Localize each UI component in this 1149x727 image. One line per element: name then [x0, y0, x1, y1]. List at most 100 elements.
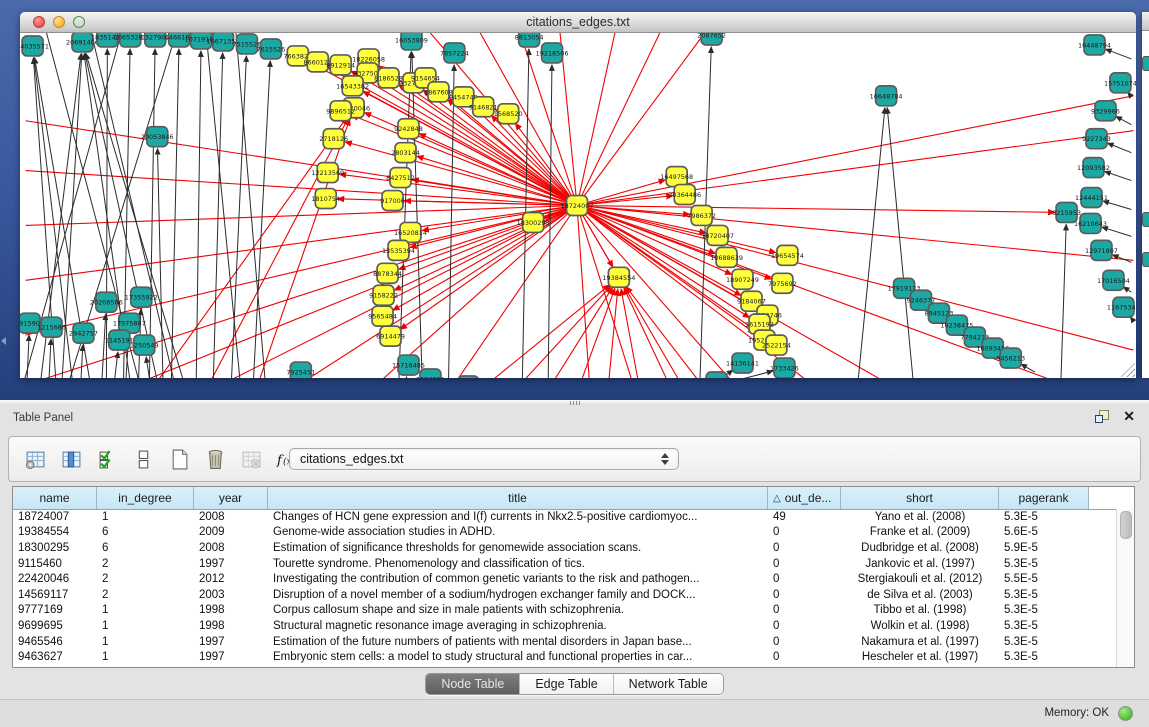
- graph-node[interactable]: 8912914: [326, 55, 355, 75]
- graph-edge[interactable]: [857, 108, 885, 378]
- graph-node[interactable]: 19654574: [771, 245, 804, 265]
- graph-node[interactable]: 14136141: [726, 353, 759, 373]
- graph-edge[interactable]: [412, 52, 423, 378]
- table-cell-name[interactable]: 18300295: [13, 542, 97, 554]
- graph-node[interactable]: 1568520: [494, 104, 523, 124]
- graph-node[interactable]: 7615526: [256, 39, 285, 59]
- graph-edge[interactable]: [1116, 116, 1131, 124]
- new-document-icon[interactable]: [167, 447, 191, 471]
- graph-node[interactable]: 19218506: [536, 43, 569, 63]
- graph-edge[interactable]: [213, 53, 223, 378]
- table-row[interactable]: 946554611997Estimation of the future num…: [13, 634, 1117, 650]
- graph-edge[interactable]: [577, 131, 1133, 206]
- table-cell-pagerank[interactable]: 5.3E-5: [999, 604, 1089, 616]
- column-stack-icon[interactable]: [131, 447, 155, 471]
- graph-edge[interactable]: [626, 287, 705, 378]
- graph-node[interactable]: 19896634: [452, 376, 485, 378]
- table-cell-out-de-[interactable]: 0: [768, 526, 841, 538]
- graph-node[interactable]: 9565484: [368, 306, 397, 326]
- graph-edge[interactable]: [80, 345, 82, 378]
- table-row[interactable]: 1938455462009Genome-wide association stu…: [13, 525, 1117, 541]
- delete-trash-icon[interactable]: [203, 447, 227, 471]
- graph-node[interactable]: 16648784: [870, 86, 903, 106]
- graph-edge[interactable]: [49, 339, 51, 378]
- table-cell-in-degree[interactable]: 2: [97, 558, 194, 570]
- graph-node[interactable]: 8813054: [515, 33, 544, 47]
- table-cell-short[interactable]: Hescheler et al. (1997): [841, 651, 999, 663]
- graph-node[interactable]: 9158222: [369, 285, 398, 305]
- table-cell-pagerank[interactable]: 5.3E-5: [999, 589, 1089, 601]
- graph-edge[interactable]: [26, 121, 577, 206]
- table-cell-short[interactable]: Jankovic et al. (1997): [841, 558, 999, 570]
- graph-node[interactable]: 9896512: [326, 101, 355, 121]
- table-row[interactable]: 2242004622012Investigating the contribut…: [13, 571, 1117, 587]
- table-row[interactable]: 946362711997Embryonic stem cells: a mode…: [13, 649, 1117, 665]
- graph-edge[interactable]: [1123, 287, 1131, 292]
- graph-node[interactable]: 9184351: [416, 369, 445, 378]
- table-cell-in-degree[interactable]: 6: [97, 542, 194, 554]
- column-header-out-de-[interactable]: △out_de...: [768, 487, 841, 509]
- graph-edge[interactable]: [1061, 224, 1067, 378]
- graph-edge[interactable]: [231, 56, 246, 378]
- graph-node[interactable]: 6914479: [376, 326, 405, 346]
- column-header-title[interactable]: title: [268, 487, 768, 509]
- table-cell-in-degree[interactable]: 2: [97, 589, 194, 601]
- table-cell-title[interactable]: Embryonic stem cells: a model to study s…: [268, 651, 768, 663]
- table-row[interactable]: 1830029562008Estimation of significance …: [13, 540, 1117, 556]
- graph-node[interactable]: 2087652: [697, 33, 726, 45]
- table-cell-name[interactable]: 9699695: [13, 620, 97, 632]
- graph-edge[interactable]: [405, 377, 407, 378]
- graph-node[interactable]: 7986372: [687, 206, 716, 226]
- graph-node[interactable]: 19384554: [602, 267, 635, 287]
- table-cell-pagerank[interactable]: 5.3E-5: [999, 511, 1089, 523]
- table-cell-short[interactable]: de Silva et al. (2003): [841, 589, 999, 601]
- graph-node[interactable]: 20053846: [141, 127, 174, 147]
- graph-node[interactable]: 2942757: [69, 323, 98, 343]
- table-cell-short[interactable]: Franke et al. (2009): [841, 526, 999, 538]
- table-cell-in-degree[interactable]: 1: [97, 604, 194, 616]
- network-view-window[interactable]: citations_edges.txt 18724007766382286601…: [20, 12, 1136, 378]
- graph-edge[interactable]: [236, 33, 266, 378]
- graph-edge[interactable]: [26, 171, 577, 206]
- graph-node[interactable]: 17016504: [1097, 270, 1130, 290]
- table-cell-pagerank[interactable]: 5.5E-5: [999, 573, 1089, 585]
- graph-edge[interactable]: [577, 206, 685, 379]
- table-cell-in-degree[interactable]: 1: [97, 636, 194, 648]
- table-row[interactable]: 1872400712008Changes of HCN gene express…: [13, 509, 1117, 525]
- graph-edge[interactable]: [577, 206, 776, 253]
- table-scrollbar[interactable]: [1116, 509, 1134, 667]
- table-cell-name[interactable]: 18724007: [13, 511, 97, 523]
- graph-node[interactable]: 12093582: [1077, 158, 1110, 178]
- graph-node[interactable]: 11675345: [1107, 297, 1136, 317]
- row-checkboxes-icon[interactable]: [95, 447, 119, 471]
- network-window-titlebar[interactable]: citations_edges.txt: [20, 12, 1136, 33]
- table-cell-name[interactable]: 22420046: [13, 573, 97, 585]
- select-column-icon[interactable]: [59, 447, 83, 471]
- graph-edge[interactable]: [1108, 143, 1132, 153]
- table-cell-out-de-[interactable]: 0: [768, 620, 841, 632]
- float-window-icon[interactable]: [1095, 410, 1109, 423]
- graph-node[interactable]: 9242848: [394, 119, 423, 139]
- graph-node[interactable]: 917006: [380, 191, 405, 211]
- graph-node[interactable]: 7975692: [768, 273, 797, 293]
- graph-edge[interactable]: [149, 49, 155, 378]
- table-cell-year[interactable]: 1998: [194, 620, 268, 632]
- table-row[interactable]: 977716911998Corpus callosum shape and si…: [13, 603, 1117, 619]
- graph-edge[interactable]: [577, 33, 660, 206]
- graph-node[interactable]: 8427512: [386, 168, 415, 188]
- graph-edge[interactable]: [1102, 227, 1131, 236]
- graph-node[interactable]: 12444151: [1075, 188, 1108, 208]
- graph-edge[interactable]: [1105, 171, 1132, 180]
- graph-edge[interactable]: [548, 287, 612, 378]
- table-cell-name[interactable]: 14569117: [13, 589, 97, 601]
- graph-node[interactable]: 7925451: [286, 362, 315, 378]
- table-cell-in-degree[interactable]: 1: [97, 651, 194, 663]
- table-cell-title[interactable]: Disruption of a novel member of a sodium…: [268, 589, 768, 601]
- tab-node-table[interactable]: Node Table: [426, 674, 519, 694]
- table-cell-title[interactable]: Corpus callosum shape and size in male p…: [268, 604, 768, 616]
- table-cell-title[interactable]: Changes of HCN gene expression and I(f) …: [268, 511, 768, 523]
- graph-node[interactable]: 16520814: [394, 222, 427, 242]
- table-cell-pagerank[interactable]: 5.9E-5: [999, 542, 1089, 554]
- table-cell-year[interactable]: 2008: [194, 542, 268, 554]
- table-cell-title[interactable]: Estimation of significance thresholds fo…: [268, 542, 768, 554]
